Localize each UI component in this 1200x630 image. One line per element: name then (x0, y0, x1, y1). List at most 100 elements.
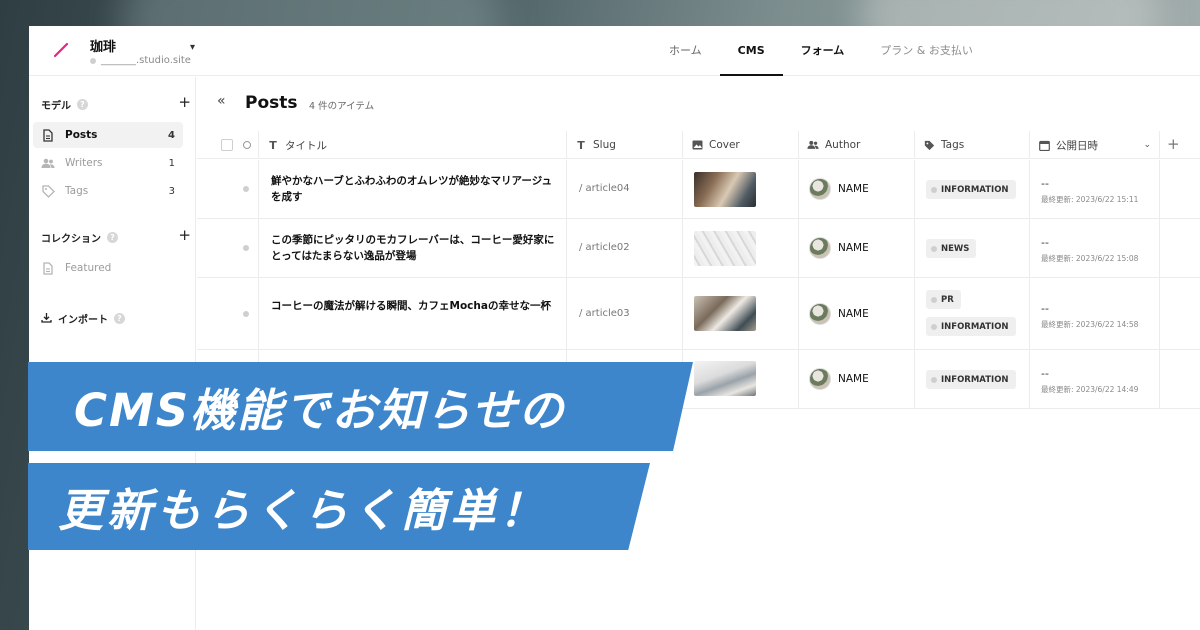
import-icon (41, 312, 52, 326)
cover-image[interactable] (694, 361, 756, 396)
image-icon (691, 139, 703, 151)
chevron-down-icon[interactable]: ▾ (190, 42, 195, 53)
people-icon (41, 156, 55, 170)
status-dot-icon (243, 311, 249, 317)
sidebar-item-posts[interactable]: Posts 4 (33, 122, 183, 148)
collections-label: コレクション (41, 234, 101, 245)
table-row[interactable]: この季節にピッタリのモカフレーバーは、コーヒー愛好家にとってはたまらない逸品が登… (197, 219, 1200, 278)
column-header-publish-date[interactable]: 公開日時 ⌄ (1029, 131, 1159, 159)
item-count: 1 (168, 157, 175, 169)
tag-chip[interactable]: INFORMATION (926, 180, 1016, 199)
tab-cms[interactable]: CMS (719, 26, 783, 76)
tag-chip[interactable]: NEWS (926, 239, 977, 258)
select-all-checkbox[interactable] (221, 139, 233, 151)
document-icon (41, 261, 55, 275)
people-icon (807, 139, 819, 151)
cover-image[interactable] (694, 296, 756, 331)
post-slug[interactable]: / article03 (579, 308, 630, 319)
promo-banner-line1: CMS機能でお知らせの (28, 362, 693, 451)
table-row[interactable]: 鮮やかなハーブとふわふわのオムレツが絶妙なマリアージュを成す / article… (197, 160, 1200, 219)
main-nav: ホーム CMS フォーム プラン & お支払い (651, 26, 991, 76)
add-model-plus-icon[interactable]: + (178, 93, 191, 111)
sidebar-item-tags[interactable]: Tags 3 (33, 178, 183, 204)
status-column-icon (243, 141, 251, 149)
top-bar: 珈琲 _______.studio.site ▾ ホーム CMS フォーム プラ… (29, 26, 1200, 76)
table-row[interactable]: コーヒーの魔法が解ける瞬間、カフェMochaの幸せな一杯 / article03… (197, 278, 1200, 350)
avatar (809, 178, 831, 200)
avatar (809, 303, 831, 325)
last-updated: 最終更新: 2023/6/22 14:58 (1041, 320, 1139, 329)
status-dot-icon (243, 245, 249, 251)
import-section[interactable]: インポート ? (41, 311, 125, 326)
column-header-tags[interactable]: Tags (914, 131, 1029, 159)
tag-chip[interactable]: INFORMATION (926, 317, 1016, 336)
tag-chip[interactable]: INFORMATION (926, 370, 1016, 389)
calendar-icon (1038, 139, 1050, 151)
sidebar-item-label: Featured (65, 262, 112, 274)
column-header-slug[interactable]: T Slug (566, 131, 682, 159)
tag-icon (923, 139, 935, 151)
studio-logo-icon[interactable] (51, 40, 71, 60)
author-name[interactable]: NAME (838, 373, 869, 385)
avatar (809, 237, 831, 259)
sidebar-item-label: Writers (65, 157, 103, 169)
publish-date: -- (1041, 177, 1049, 190)
item-count: 4 (168, 129, 175, 141)
chevron-down-icon[interactable]: ⌄ (1143, 140, 1151, 150)
promo-text-line1: CMS機能でお知らせの (74, 384, 566, 437)
item-count-text: 4 件のアイテム (309, 101, 375, 112)
publish-date: -- (1041, 302, 1049, 315)
import-label: インポート (58, 315, 108, 326)
last-updated: 最終更新: 2023/6/22 15:11 (1041, 195, 1139, 204)
cover-image[interactable] (694, 172, 756, 207)
tab-home[interactable]: ホーム (651, 26, 720, 76)
author-name[interactable]: NAME (838, 183, 869, 195)
text-icon: T (269, 138, 277, 152)
add-column-plus-icon[interactable]: + (1167, 135, 1180, 153)
page-title: Posts (245, 93, 298, 113)
post-title[interactable]: コーヒーの魔法が解ける瞬間、カフェMochaの幸せな一杯 (271, 298, 556, 314)
post-title[interactable]: この季節にピッタリのモカフレーバーは、コーヒー愛好家にとってはたまらない逸品が登… (271, 232, 556, 264)
sidebar-item-featured[interactable]: Featured (33, 255, 183, 281)
site-url-text: _______.studio.site (101, 55, 191, 66)
text-icon: T (577, 138, 585, 152)
document-icon (41, 128, 55, 142)
help-icon[interactable]: ? (77, 99, 88, 110)
sidebar-item-writers[interactable]: Writers 1 (33, 150, 183, 176)
tag-chip[interactable]: PR (926, 290, 961, 309)
site-url: _______.studio.site (90, 55, 191, 66)
add-collection-plus-icon[interactable]: + (178, 226, 191, 244)
help-icon[interactable]: ? (114, 313, 125, 324)
models-section-header: モデル ? (41, 97, 88, 112)
publish-date: -- (1041, 367, 1049, 380)
post-title[interactable]: 鮮やかなハーブとふわふわのオムレツが絶妙なマリアージュを成す (271, 173, 556, 205)
status-dot-icon (90, 57, 96, 64)
site-name[interactable]: 珈琲 (90, 36, 116, 55)
tab-form[interactable]: フォーム (783, 26, 863, 76)
author-name[interactable]: NAME (838, 308, 869, 320)
item-count: 3 (168, 185, 175, 197)
avatar (809, 368, 831, 390)
column-header-cover[interactable]: Cover (682, 131, 798, 159)
post-slug[interactable]: / article02 (579, 242, 630, 253)
last-updated: 最終更新: 2023/6/22 15:08 (1041, 254, 1139, 263)
cover-image[interactable] (694, 231, 756, 266)
sidebar-item-label: Posts (65, 129, 98, 141)
promo-text-line2: 更新もらくらく簡単！ (58, 484, 549, 537)
promo-banner-line2: 更新もらくらく簡単！ (28, 463, 650, 550)
status-dot-icon (243, 186, 249, 192)
collections-section-header: コレクション ? (41, 230, 118, 245)
tag-icon (41, 184, 55, 198)
author-name[interactable]: NAME (838, 242, 869, 254)
sidebar-item-label: Tags (65, 185, 89, 197)
collapse-left-icon[interactable]: « (217, 93, 226, 109)
publish-date: -- (1041, 236, 1049, 249)
table-header: T タイトル T Slug Cover Author Tags 公開日時 ⌄ + (197, 131, 1200, 159)
tab-plan-billing[interactable]: プラン & お支払い (862, 26, 991, 76)
models-label: モデル (41, 101, 71, 112)
last-updated: 最終更新: 2023/6/22 14:49 (1041, 385, 1139, 394)
column-header-author[interactable]: Author (798, 131, 914, 159)
help-icon[interactable]: ? (107, 232, 118, 243)
column-header-title[interactable]: T タイトル (258, 131, 566, 159)
post-slug[interactable]: / article04 (579, 183, 630, 194)
